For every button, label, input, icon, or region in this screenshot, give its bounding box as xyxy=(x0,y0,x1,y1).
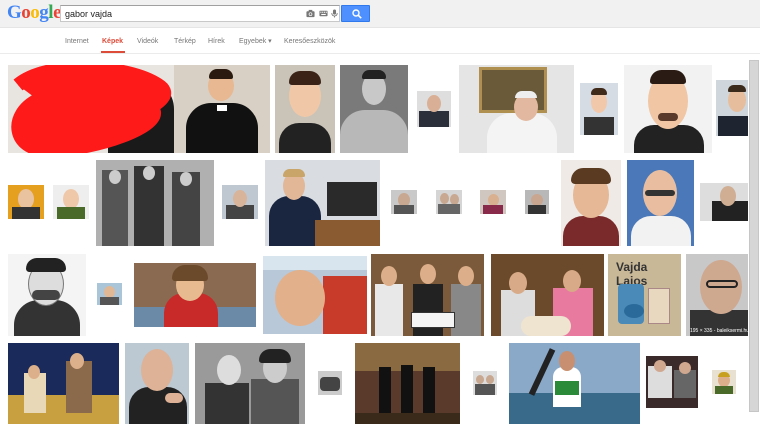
image-result[interactable] xyxy=(222,185,258,219)
search-icon xyxy=(352,9,362,19)
image-result[interactable] xyxy=(436,190,462,214)
tab-videos[interactable]: Videók xyxy=(137,37,158,46)
image-result[interactable] xyxy=(580,83,618,135)
tab-internet[interactable]: Internet xyxy=(65,37,89,46)
image-result[interactable] xyxy=(97,283,122,305)
image-result[interactable] xyxy=(459,65,574,153)
image-result[interactable] xyxy=(195,343,305,424)
image-result[interactable] xyxy=(174,65,270,153)
image-result[interactable] xyxy=(8,343,119,424)
image-result[interactable] xyxy=(8,65,174,153)
image-result[interactable]: 195 × 335 - baleiksermi.hu xyxy=(686,254,756,336)
image-result[interactable] xyxy=(480,190,506,214)
logo-letter: o xyxy=(30,2,40,23)
image-result[interactable] xyxy=(561,160,621,246)
image-result[interactable] xyxy=(134,263,256,327)
image-result[interactable] xyxy=(700,183,752,221)
image-result[interactable] xyxy=(340,65,408,153)
image-result[interactable] xyxy=(417,91,451,127)
tab-images[interactable]: Képek xyxy=(102,37,123,46)
image-result[interactable]: Vajda Lajos xyxy=(608,254,681,336)
microphone-icon[interactable] xyxy=(330,9,339,18)
image-result[interactable] xyxy=(371,254,484,336)
search-input[interactable] xyxy=(65,7,295,21)
image-result[interactable] xyxy=(473,371,497,395)
image-result[interactable] xyxy=(125,343,189,424)
image-result[interactable] xyxy=(627,160,694,246)
camera-icon[interactable] xyxy=(306,9,315,18)
tab-maps[interactable]: Térkép xyxy=(174,37,196,46)
google-logo[interactable]: Google xyxy=(7,3,61,23)
image-result[interactable] xyxy=(318,371,342,395)
logo-letter: o xyxy=(21,2,31,23)
image-result[interactable] xyxy=(491,254,604,336)
image-result[interactable] xyxy=(391,190,417,214)
image-result[interactable] xyxy=(624,65,712,153)
logo-letter: g xyxy=(39,2,49,23)
image-result[interactable] xyxy=(96,160,214,246)
search-button[interactable] xyxy=(341,5,370,22)
tab-search-tools[interactable]: Keresőeszközök xyxy=(284,37,335,46)
image-result[interactable] xyxy=(509,343,640,424)
keyboard-icon[interactable] xyxy=(319,9,328,18)
tab-news[interactable]: Hírek xyxy=(208,37,225,46)
tab-more[interactable]: Egyebek ▾ xyxy=(239,37,272,46)
scrollbar-thumb[interactable] xyxy=(749,60,759,412)
search-box[interactable] xyxy=(60,5,340,22)
image-result[interactable] xyxy=(265,160,380,246)
image-result[interactable] xyxy=(8,254,86,336)
image-result[interactable] xyxy=(275,65,335,153)
redaction-scribble xyxy=(11,65,172,153)
active-tab-indicator xyxy=(101,51,125,53)
image-result[interactable] xyxy=(355,343,460,424)
image-result[interactable] xyxy=(646,356,698,408)
thumb-caption: 195 × 335 - baleiksermi.hu xyxy=(690,328,750,334)
image-result[interactable] xyxy=(53,185,89,219)
image-result[interactable] xyxy=(263,256,367,334)
top-bar: Google xyxy=(0,0,760,28)
logo-letter: G xyxy=(7,2,22,23)
image-result[interactable] xyxy=(8,185,44,219)
image-result[interactable] xyxy=(525,190,549,214)
image-result[interactable] xyxy=(712,370,736,394)
